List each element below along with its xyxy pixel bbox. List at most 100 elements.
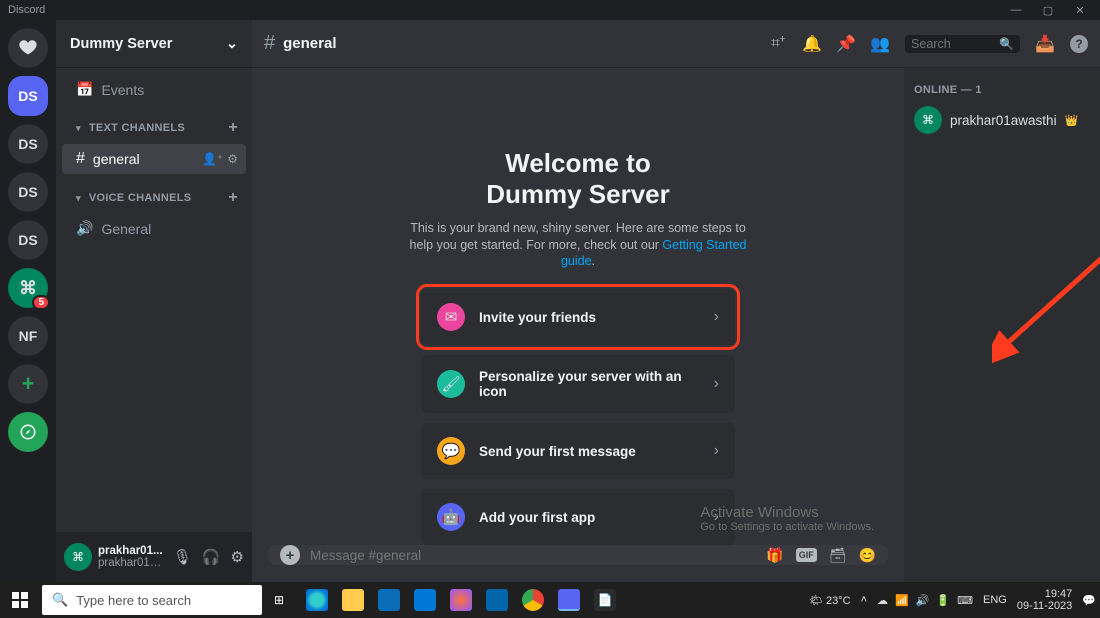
guild-item[interactable]: NF xyxy=(8,316,48,356)
add-channel-button[interactable]: + xyxy=(228,189,238,207)
date: 09-11-2023 xyxy=(1017,600,1072,612)
member-item[interactable]: ⌘ prakhar01awasthi 👑 xyxy=(914,106,1090,134)
chrome-icon[interactable] xyxy=(522,589,544,611)
threads-icon[interactable]: ⌗⁺ xyxy=(769,35,787,53)
app-icon[interactable]: 📄 xyxy=(594,589,616,611)
gift-icon[interactable]: 🎁 xyxy=(766,547,783,564)
edge-icon[interactable] xyxy=(306,589,328,611)
card-invite-friends[interactable]: ✉ Invite your friends › xyxy=(421,289,735,345)
help-icon[interactable]: ? xyxy=(1070,35,1088,53)
guild-dummy-server[interactable]: DS xyxy=(8,76,48,116)
card-first-app[interactable]: 🤖 Add your first app › xyxy=(421,489,735,545)
maximize-icon[interactable]: ▢ xyxy=(1036,4,1060,17)
notifications-icon[interactable]: 🔔 xyxy=(803,35,821,53)
events-label: Events xyxy=(101,82,144,98)
pin-icon[interactable]: 📌 xyxy=(837,35,855,53)
channel-label: General xyxy=(101,221,151,237)
search-icon: 🔍 xyxy=(999,37,1014,51)
search-icon: 🔍 xyxy=(52,592,68,608)
wifi-icon[interactable]: 📶 xyxy=(895,594,909,607)
keyboard-icon[interactable]: ⌨ xyxy=(957,594,973,607)
headphones-icon[interactable]: 🎧 xyxy=(202,548,221,566)
discord-icon[interactable] xyxy=(558,589,580,611)
search-box[interactable]: 🔍 xyxy=(905,35,1020,53)
emoji-icon[interactable]: 😊 xyxy=(859,547,876,564)
mail-icon[interactable] xyxy=(414,589,436,611)
message-input-bar: + 🎁 GIF 🗃 😊 xyxy=(268,545,888,565)
message-input[interactable] xyxy=(310,548,756,563)
members-icon[interactable]: 👥 xyxy=(871,35,889,53)
search-placeholder: Type here to search xyxy=(76,593,191,608)
avatar: ⌘ xyxy=(914,106,942,134)
guild-item[interactable]: DS xyxy=(8,172,48,212)
firefox-icon[interactable] xyxy=(450,589,472,611)
hash-icon: # xyxy=(264,32,275,55)
channel-label: general xyxy=(93,151,140,167)
category-label: Text Channels xyxy=(89,122,185,134)
server-name: Dummy Server xyxy=(70,36,172,52)
app-icon: 🤖 xyxy=(437,503,465,531)
add-channel-button[interactable]: + xyxy=(228,119,238,137)
show-hidden-icon[interactable]: ˄ xyxy=(861,594,867,606)
search-input[interactable] xyxy=(911,37,999,51)
card-first-message[interactable]: 💬 Send your first message › xyxy=(421,423,735,479)
home-button[interactable] xyxy=(8,28,48,68)
chevron-right-icon: › xyxy=(714,308,719,326)
invite-icon[interactable]: 👤⁺ xyxy=(202,152,223,166)
guild-item[interactable]: DS xyxy=(8,124,48,164)
add-server-button[interactable]: + xyxy=(8,364,48,404)
category-voice[interactable]: ▾ Voice Channels + xyxy=(62,175,246,213)
speaker-icon: 🔊 xyxy=(76,220,93,237)
server-header[interactable]: Dummy Server ⌄ xyxy=(56,20,252,68)
category-text[interactable]: ▾ Text Channels + xyxy=(62,105,246,143)
volume-icon[interactable]: 🔊 xyxy=(916,594,930,607)
user-name: prakhar01... xyxy=(98,545,167,557)
app-title: Discord xyxy=(8,4,45,16)
personalize-icon: 🖌 xyxy=(437,370,465,398)
onedrive-icon[interactable]: ☁ xyxy=(877,594,888,607)
inbox-icon[interactable]: 📥 xyxy=(1036,35,1054,53)
gear-icon[interactable]: ⚙ xyxy=(227,152,238,166)
start-button[interactable] xyxy=(4,586,36,614)
calendar-icon: 📅 xyxy=(76,81,93,98)
task-view-icon[interactable]: ⊞ xyxy=(268,589,290,611)
card-label: Send your first message xyxy=(479,444,700,459)
avatar[interactable]: ⌘ xyxy=(64,543,92,571)
clock[interactable]: 19:47 09-11-2023 xyxy=(1017,588,1072,612)
channel-general[interactable]: # general 👤⁺ ⚙ xyxy=(62,144,246,174)
battery-icon[interactable]: 🔋 xyxy=(936,594,950,607)
sticker-icon[interactable]: 🗃 xyxy=(829,547,847,564)
vscode-icon[interactable] xyxy=(486,589,508,611)
chevron-down-icon: ⌄ xyxy=(226,36,238,52)
mic-icon[interactable]: 🎙 xyxy=(173,548,192,566)
events-row[interactable]: 📅 Events xyxy=(62,75,246,104)
store-icon[interactable] xyxy=(378,589,400,611)
crown-icon: 👑 xyxy=(1065,114,1079,127)
guild-item[interactable]: DS xyxy=(8,220,48,260)
gear-icon[interactable]: ⚙ xyxy=(231,548,244,566)
card-label: Add your first app xyxy=(479,510,700,525)
member-name: prakhar01awasthi xyxy=(950,113,1057,128)
channel-title: general xyxy=(283,35,336,52)
member-list: Online — 1 ⌘ prakhar01awasthi 👑 xyxy=(904,68,1100,582)
chevron-down-icon: ▾ xyxy=(76,193,81,204)
language-indicator[interactable]: ENG xyxy=(983,594,1007,606)
voice-channel-general[interactable]: 🔊 General xyxy=(62,214,246,243)
time: 19:47 xyxy=(1017,588,1072,600)
welcome-line1: Welcome to xyxy=(505,148,650,178)
chevron-right-icon: › xyxy=(714,375,719,393)
card-personalize[interactable]: 🖌 Personalize your server with an icon › xyxy=(421,355,735,413)
welcome-desc: This is your brand new, shiny server. He… xyxy=(408,220,748,269)
attach-button[interactable]: + xyxy=(280,545,300,565)
gif-button[interactable]: GIF xyxy=(796,548,817,562)
explorer-icon[interactable] xyxy=(342,589,364,611)
weather-widget[interactable]: 🌤 23°C xyxy=(809,594,851,607)
channel-sidebar: Dummy Server ⌄ 📅 Events ▾ Text Channels … xyxy=(56,20,252,582)
guild-item[interactable]: ⌘ 5 xyxy=(8,268,48,308)
notifications-icon[interactable]: 💬 xyxy=(1082,594,1096,607)
close-icon[interactable]: ✕ xyxy=(1068,4,1092,17)
explore-button[interactable] xyxy=(8,412,48,452)
minimize-icon[interactable]: — xyxy=(1004,4,1028,17)
taskbar-search[interactable]: 🔍 Type here to search xyxy=(42,585,262,615)
chevron-right-icon: › xyxy=(714,508,719,526)
